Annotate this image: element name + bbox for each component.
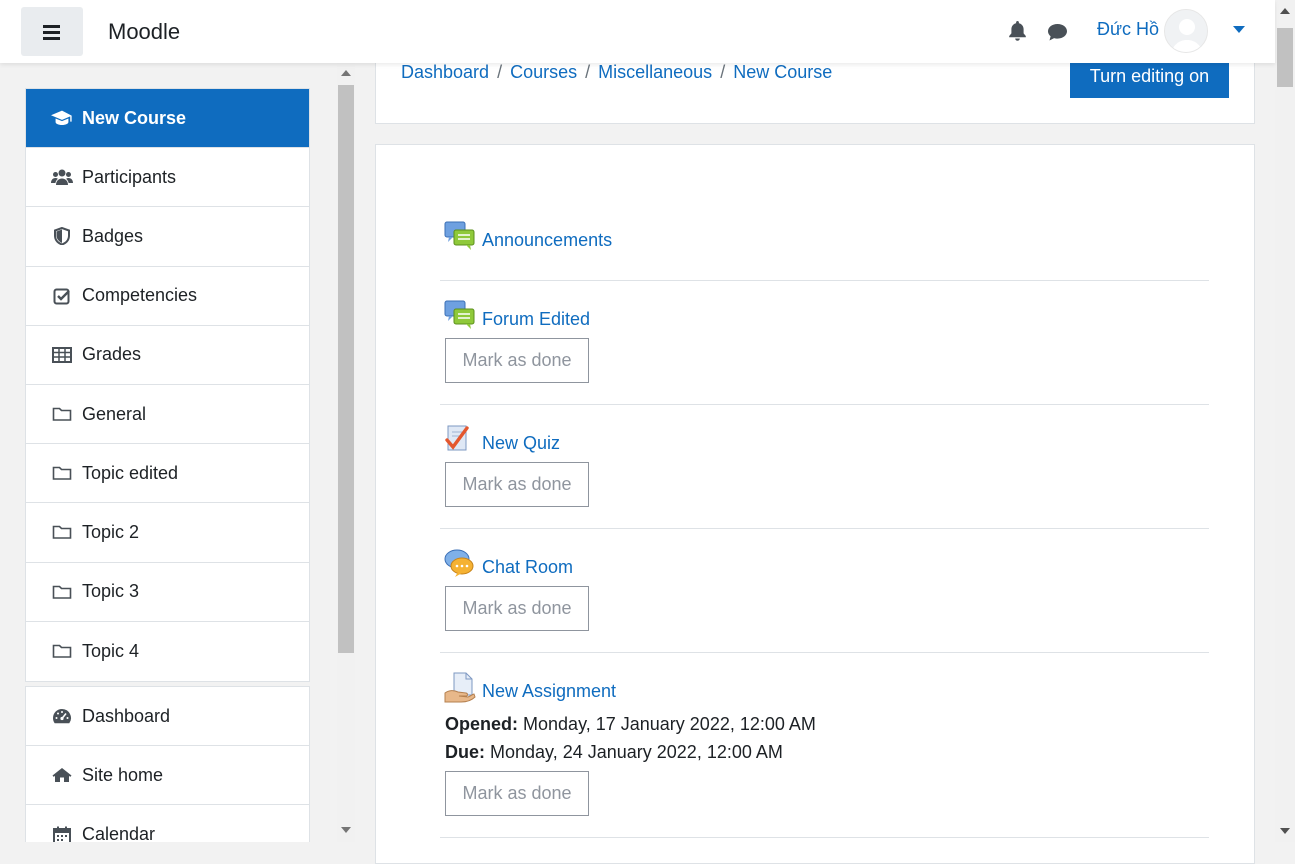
breadcrumb-miscellaneous[interactable]: Miscellaneous [598,62,712,82]
nav-drawer: New Course Participants Badges Competenc… [0,63,355,842]
drawer-scrollbar[interactable] [337,63,355,842]
activity-announcements: Announcements [440,220,1209,260]
nav-item-label: Participants [82,166,177,187]
opened-value: Monday, 17 January 2022, 12:00 AM [523,714,816,734]
scroll-up-icon[interactable] [341,70,351,76]
table-icon [51,345,73,365]
activity-forum-edited: Forum Edited Mark as done [440,299,1209,389]
page-scrollbar[interactable] [1275,0,1295,842]
activity-link[interactable]: Forum Edited [482,309,590,330]
page-scroll-thumb[interactable] [1277,28,1293,87]
assignment-due-date: Due: Monday, 24 January 2022, 12:00 AM [445,742,783,763]
breadcrumb-courses[interactable]: Courses [510,62,577,82]
nav-item-label: Topic 4 [82,640,140,661]
activity-link[interactable]: Chat Room [482,557,573,578]
nav-item-topic-2[interactable]: Topic 2 [26,503,309,563]
mark-as-done-button[interactable]: Mark as done [445,771,589,816]
breadcrumb-separator: / [585,62,591,82]
nav-item-competencies[interactable]: Competencies [26,267,309,326]
breadcrumb-separator: / [720,62,726,82]
drawer-toggle-button[interactable] [21,7,83,56]
navbar: Moodle Đức Hồ [0,0,1275,63]
nav-item-label: Competencies [82,285,198,306]
calendar-icon [51,825,73,842]
nav-item-label: Topic 3 [82,581,140,602]
folder-icon [51,582,73,602]
hamburger-icon [43,24,60,40]
breadcrumb: Dashboard / Courses / Miscellaneous / New Cour… [401,62,832,83]
nav-item-topic-4[interactable]: Topic 4 [26,622,309,681]
activity-divider [440,528,1209,529]
folder-icon [51,463,73,483]
nav-item-course-home[interactable]: New Course [26,89,309,149]
breadcrumb-separator: / [497,62,503,82]
nav-item-label: Dashboard [82,705,171,726]
drawer-scroll-thumb[interactable] [338,85,354,653]
assignment-opened-date: Opened: Monday, 17 January 2022, 12:00 A… [445,714,816,735]
nav-item-site-home[interactable]: Site home [26,746,309,806]
assignment-icon [444,671,476,708]
activity-divider [440,280,1209,281]
messages-icon[interactable] [1047,23,1068,42]
nav-item-dashboard[interactable]: Dashboard [26,687,309,747]
nav-item-label: Grades [82,344,142,365]
forum-icon [444,299,476,336]
quiz-icon [444,423,476,460]
nav-item-topic-3[interactable]: Topic 3 [26,563,309,622]
chevron-down-icon[interactable] [1233,26,1245,34]
activity-link[interactable]: Announcements [482,230,612,251]
user-name[interactable]: Đức Hồ [1097,19,1159,40]
nav-item-badges[interactable]: Badges [26,207,309,267]
user-avatar-icon [1165,10,1207,52]
due-value: Monday, 24 January 2022, 12:00 AM [490,742,783,762]
activity-link[interactable]: New Assignment [482,681,616,702]
mark-as-done-button[interactable]: Mark as done [445,462,589,507]
scroll-down-icon[interactable] [1280,828,1290,834]
mark-as-done-button[interactable]: Mark as done [445,338,589,383]
nav-item-grades[interactable]: Grades [26,326,309,385]
nav-item-label: Topic edited [82,462,179,483]
nav-item-label: Topic 2 [82,521,140,542]
folder-icon [51,641,73,661]
nav-item-label: General [82,403,147,424]
activity-new-quiz: New Quiz Mark as done [440,423,1209,513]
site-nav-list: Dashboard Site home Calendar [25,686,310,842]
activity-divider [440,837,1209,838]
opened-label: Opened: [445,714,519,734]
folder-icon [51,404,73,424]
activity-divider [440,652,1209,653]
tachometer-icon [51,706,73,726]
mark-as-done-button[interactable]: Mark as done [445,586,589,631]
nav-item-calendar[interactable]: Calendar [26,805,309,842]
scroll-down-icon[interactable] [341,827,351,833]
nav-item-topic-edited[interactable]: Topic edited [26,444,309,504]
activity-divider [440,404,1209,405]
folder-icon [51,522,73,542]
nav-item-label: Calendar [82,824,156,842]
bell-icon[interactable] [1008,20,1027,42]
checkbox-icon [51,286,73,306]
breadcrumb-dashboard[interactable]: Dashboard [401,62,489,82]
nav-item-label: Site home [82,764,164,785]
due-label: Due: [445,742,485,762]
chat-icon [444,547,476,584]
course-nav-list: New Course Participants Badges Competenc… [25,88,310,682]
nav-item-general[interactable]: General [26,385,309,445]
shield-icon [51,226,73,246]
nav-item-participants[interactable]: Participants [26,148,309,208]
activity-link[interactable]: New Quiz [482,433,560,454]
users-icon [51,167,73,187]
scroll-up-icon[interactable] [1280,8,1290,14]
forum-icon [444,220,476,257]
breadcrumb-new-course[interactable]: New Course [733,62,832,82]
site-brand[interactable]: Moodle [108,19,180,45]
activity-chat-room: Chat Room Mark as done [440,547,1209,637]
activity-new-assignment: New Assignment [440,671,1209,711]
graduation-cap-icon [51,108,73,128]
home-icon [51,765,73,785]
user-avatar[interactable] [1164,9,1208,53]
nav-item-label: New Course [82,107,187,128]
nav-item-label: Badges [82,225,144,246]
